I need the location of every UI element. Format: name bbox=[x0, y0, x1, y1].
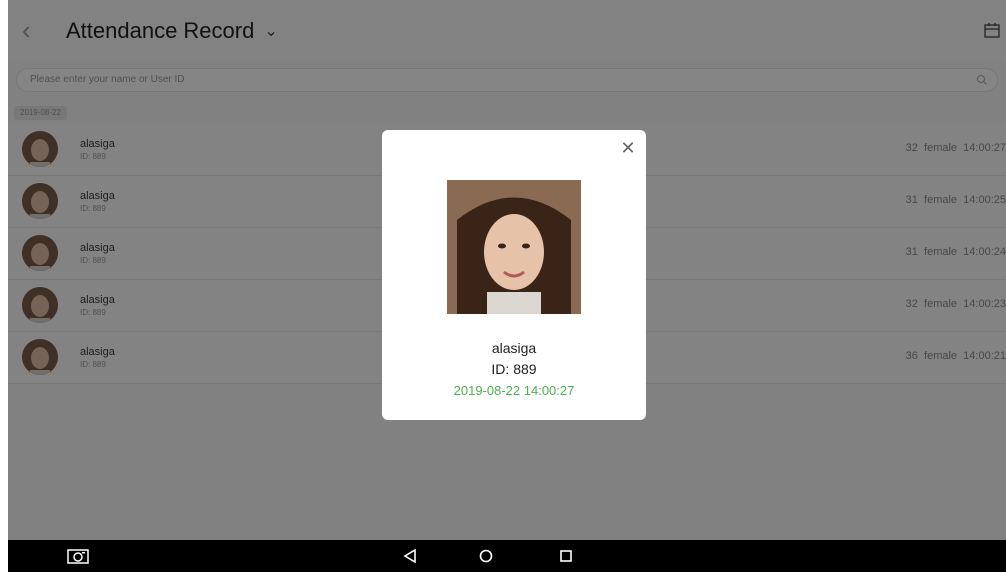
face-photo bbox=[447, 180, 581, 314]
square-recent-icon[interactable] bbox=[554, 540, 578, 572]
dialog-name: alasiga bbox=[491, 340, 537, 356]
record-detail-dialog: ✕ alasiga ID: 889 2019-08-22 14:00:27 bbox=[382, 130, 646, 420]
dialog-id: ID: 889 bbox=[491, 361, 537, 377]
camera-icon[interactable] bbox=[64, 540, 92, 572]
system-navigation-bar bbox=[8, 540, 1006, 572]
triangle-back-icon[interactable] bbox=[398, 540, 422, 572]
close-icon[interactable]: ✕ bbox=[620, 139, 636, 157]
circle-home-icon[interactable] bbox=[474, 540, 498, 572]
app-screen: ‹ Attendance Record ⌄ Please enter your … bbox=[8, 0, 1006, 540]
dialog-timestamp: 2019-08-22 14:00:27 bbox=[453, 383, 575, 398]
